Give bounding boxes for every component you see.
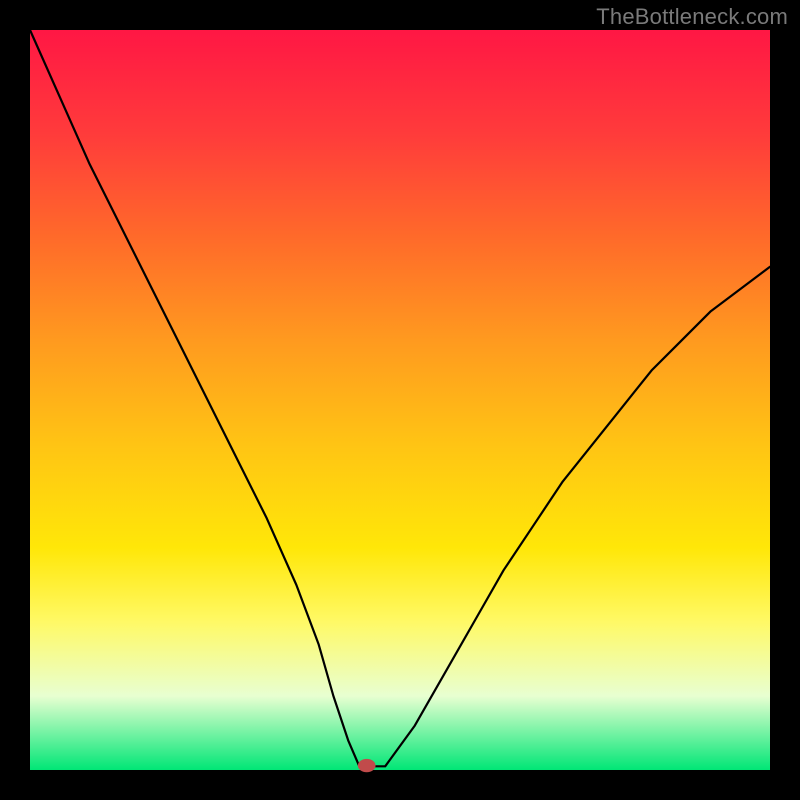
plot-background	[30, 30, 770, 770]
chart-frame: TheBottleneck.com	[0, 0, 800, 800]
watermark-text: TheBottleneck.com	[596, 4, 788, 30]
marker-min-point	[358, 759, 376, 772]
bottleneck-chart	[0, 0, 800, 800]
